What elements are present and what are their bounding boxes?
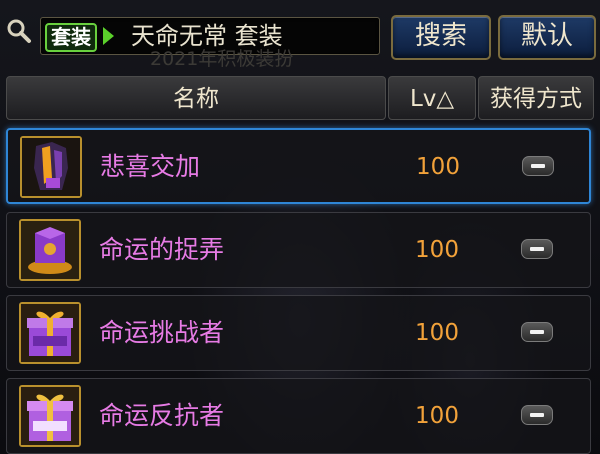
gift-box-icon	[19, 385, 81, 447]
item-name: 悲喜交加	[100, 152, 201, 181]
armor-icon	[20, 136, 82, 198]
item-name: 命运反抗者	[99, 401, 225, 430]
minus-button[interactable]	[521, 322, 553, 342]
table-row[interactable]: 命运挑战者 100	[6, 295, 591, 371]
minus-button[interactable]	[521, 405, 553, 425]
minus-button[interactable]	[522, 156, 554, 176]
tag-arrow-icon	[103, 27, 114, 45]
search-icon[interactable]	[6, 18, 32, 44]
search-query[interactable]: 天命无常 套装	[131, 21, 283, 51]
item-level: 100	[416, 154, 460, 180]
item-level: 100	[415, 403, 459, 429]
item-name: 命运的捉弄	[99, 235, 225, 264]
gift-box-icon	[19, 302, 81, 364]
column-header-name[interactable]: 名称	[6, 76, 386, 120]
table-row[interactable]: 命运的捉弄 100	[6, 212, 591, 288]
item-level: 100	[415, 237, 459, 263]
minus-button[interactable]	[521, 239, 553, 259]
purple-box-icon	[19, 219, 81, 281]
item-level: 100	[415, 320, 459, 346]
table-header: 名称 Lv△ 获得方式	[6, 76, 594, 120]
search-button[interactable]: 搜索	[391, 15, 491, 60]
search-bar: 套装 天命无常 套装 搜索 默认	[0, 0, 600, 62]
column-header-acquire[interactable]: 获得方式	[478, 76, 594, 120]
category-tag[interactable]: 套装	[45, 23, 97, 52]
column-header-level[interactable]: Lv△	[388, 76, 476, 120]
table-row[interactable]: 命运反抗者 100	[6, 378, 591, 454]
default-button[interactable]: 默认	[498, 15, 596, 60]
item-name: 命运挑战者	[99, 318, 225, 347]
background-caption: 2021年积极装扮	[150, 48, 294, 70]
table-row[interactable]: 悲喜交加 100	[6, 128, 591, 204]
